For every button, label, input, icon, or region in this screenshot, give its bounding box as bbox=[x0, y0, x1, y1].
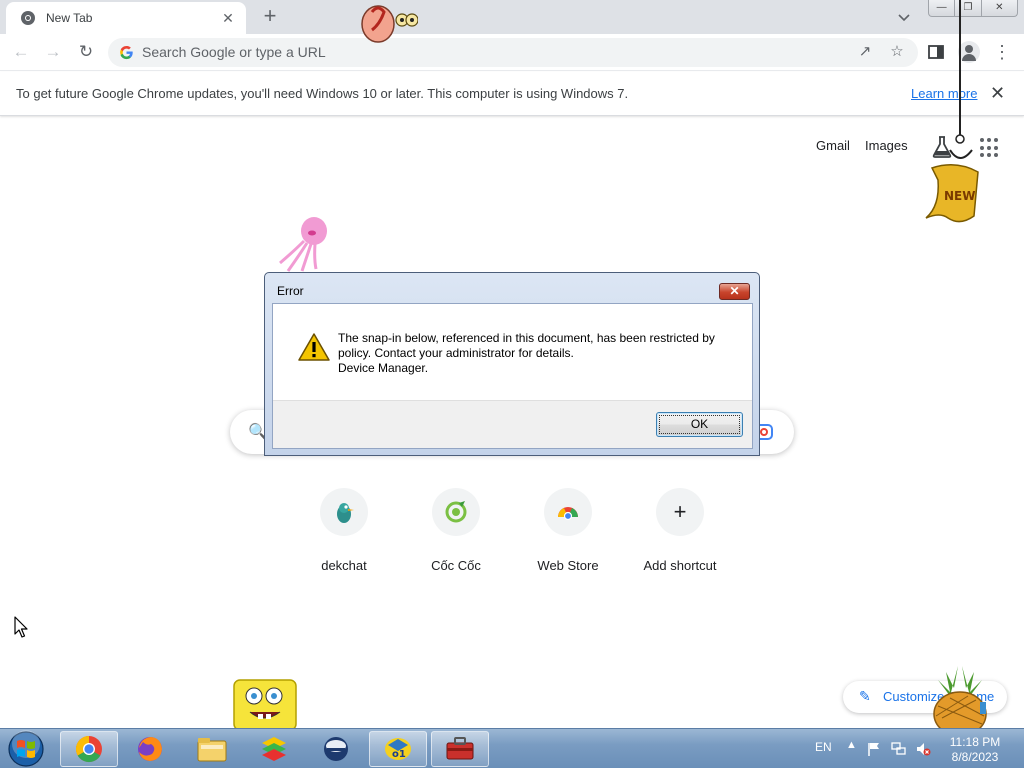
tab-search-chevron-icon[interactable] bbox=[896, 9, 912, 25]
dialog-footer: OK bbox=[273, 400, 752, 448]
app-icon: o1 bbox=[385, 738, 411, 760]
jellyfish-icon bbox=[279, 217, 327, 272]
show-hidden-icons-icon[interactable]: ▲ bbox=[846, 739, 857, 751]
file-explorer-icon bbox=[197, 738, 227, 762]
volume-muted-icon[interactable] bbox=[915, 741, 931, 757]
infobar-message: To get future Google Chrome updates, you… bbox=[16, 86, 629, 101]
taskbar-toolbox[interactable] bbox=[431, 731, 489, 767]
address-bar[interactable]: Search Google or type a URL ↗ ☆ bbox=[108, 38, 918, 67]
tab-new-tab[interactable]: New Tab ✕ bbox=[6, 2, 246, 34]
firefox-icon bbox=[138, 737, 162, 761]
webstore-icon bbox=[558, 507, 578, 521]
tab-title: New Tab bbox=[46, 11, 93, 25]
shortcut-icon-circle bbox=[544, 488, 592, 536]
start-orb-icon[interactable] bbox=[4, 730, 48, 768]
close-window-button[interactable]: ✕ bbox=[982, 0, 1017, 16]
mouse-cursor-icon bbox=[14, 616, 28, 638]
bookmark-star-icon[interactable]: ☆ bbox=[888, 43, 906, 61]
shortcut-icon-circle: + bbox=[656, 488, 704, 536]
reload-icon[interactable]: ↻ bbox=[75, 41, 97, 63]
system-clock[interactable]: 11:18 PM 8/8/2023 bbox=[940, 735, 1010, 765]
plus-icon: + bbox=[673, 499, 687, 524]
svg-text:NEW: NEW bbox=[944, 189, 975, 203]
svg-text:o1: o1 bbox=[392, 749, 406, 760]
add-shortcut-tile[interactable]: + Add shortcut bbox=[624, 486, 736, 576]
taskbar-network-app[interactable] bbox=[307, 731, 365, 767]
dialog-message-line: The snap-in below, referenced in this do… bbox=[338, 331, 715, 345]
pineapple-icon bbox=[933, 666, 987, 730]
dialog-message-line: Device Manager. bbox=[338, 361, 429, 375]
error-dialog: Error ✕ The snap-in below, referenced in… bbox=[264, 272, 760, 456]
bluestacks-icon bbox=[262, 737, 286, 761]
images-link[interactable]: Images bbox=[865, 138, 908, 153]
language-indicator[interactable]: EN bbox=[815, 740, 832, 754]
shortcut-label: Web Store bbox=[537, 558, 599, 573]
action-center-flag-icon[interactable] bbox=[866, 741, 882, 757]
shortcut-tile[interactable]: Cốc Cốc bbox=[400, 486, 512, 576]
dialog-title: Error bbox=[277, 284, 304, 298]
network-app-icon bbox=[324, 737, 348, 761]
ok-button[interactable]: OK bbox=[656, 412, 743, 437]
spongebob-icon bbox=[233, 679, 297, 730]
taskbar-firefox[interactable] bbox=[121, 731, 179, 767]
omnibox-placeholder: Search Google or type a URL bbox=[142, 44, 326, 60]
browser-toolbar: ← → ↻ Search Google or type a URL ↗ ☆ ⋮ bbox=[0, 34, 1024, 71]
pencil-icon: ✎ bbox=[859, 688, 871, 704]
dialog-message: The snap-in below, referenced in this do… bbox=[338, 331, 738, 376]
infobar-close-icon[interactable]: ✕ bbox=[990, 83, 1005, 103]
taskbar-explorer[interactable] bbox=[183, 731, 241, 767]
shortcut-label: Cốc Cốc bbox=[431, 558, 481, 573]
google-g-icon bbox=[120, 45, 133, 60]
shortcut-tile[interactable]: dekchat bbox=[288, 486, 400, 576]
chrome-icon bbox=[75, 735, 102, 763]
dialog-body: The snap-in below, referenced in this do… bbox=[272, 303, 753, 449]
share-icon[interactable]: ↗ bbox=[856, 43, 874, 61]
taskbar-bluestacks[interactable] bbox=[245, 731, 303, 767]
clock-date: 8/8/2023 bbox=[951, 750, 999, 764]
shortcut-icon-circle bbox=[320, 488, 368, 536]
shortcut-tile[interactable]: Web Store bbox=[512, 486, 624, 576]
shortcut-label: Add shortcut bbox=[643, 558, 717, 573]
gmail-link[interactable]: Gmail bbox=[816, 138, 850, 153]
dialog-message-line: policy. Contact your administrator for d… bbox=[338, 346, 574, 360]
chrome-favicon-icon bbox=[21, 11, 35, 25]
coccoc-icon bbox=[445, 501, 467, 523]
tab-close-icon[interactable]: ✕ bbox=[220, 10, 236, 26]
dialog-close-button[interactable]: ✕ bbox=[719, 283, 750, 300]
back-arrow-icon[interactable]: ← bbox=[10, 41, 32, 63]
more-menu-icon[interactable]: ⋮ bbox=[991, 41, 1013, 63]
warning-icon bbox=[298, 333, 330, 361]
new-tab-button[interactable]: + bbox=[258, 5, 282, 29]
toolbox-icon bbox=[446, 737, 474, 760]
desktop-screen: New Tab ✕ + — ❐ ✕ ← → ↻ Search Google or… bbox=[0, 0, 1024, 768]
update-infobar: To get future Google Chrome updates, you… bbox=[0, 72, 1024, 116]
shortcut-label: dekchat bbox=[321, 558, 367, 573]
shortcut-icon-circle bbox=[432, 488, 480, 536]
windows-taskbar: o1 EN ▲ 11:18 PM 8/8/2023 bbox=[0, 728, 1024, 768]
new-badge-icon: NEW bbox=[925, 0, 979, 223]
clock-time: 11:18 PM bbox=[949, 735, 1001, 749]
sea-pet-icon bbox=[361, 5, 418, 43]
tab-strip: New Tab ✕ + — ❐ ✕ bbox=[0, 0, 1024, 34]
taskbar-chrome[interactable] bbox=[60, 731, 118, 767]
taskbar-app[interactable]: o1 bbox=[369, 731, 427, 767]
dekchat-icon bbox=[337, 503, 354, 523]
forward-arrow-icon[interactable]: → bbox=[42, 41, 64, 63]
network-icon[interactable] bbox=[891, 741, 907, 757]
